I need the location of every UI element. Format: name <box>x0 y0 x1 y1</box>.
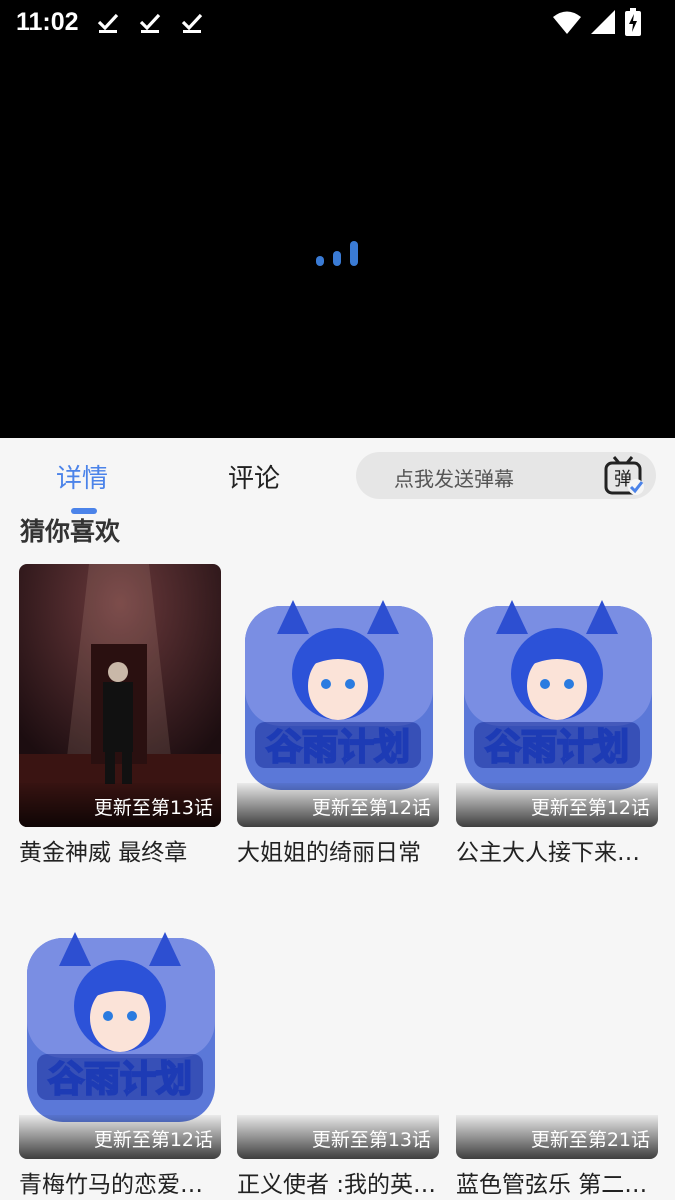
tab-comments[interactable]: 评论 <box>228 458 280 495</box>
card-title: 蓝色管弦乐 第二… <box>456 1172 648 1198</box>
card-title: 大姐姐的绮丽日常 <box>237 840 421 866</box>
recommend-card[interactable]: 谷雨计划更新至第12话公主大人接下来… <box>456 564 658 867</box>
battery-charging-icon <box>625 8 641 36</box>
recommend-card[interactable]: 更新至第13话正义使者 :我的英… <box>237 896 439 1199</box>
card-title: 正义使者 :我的英… <box>237 1172 437 1198</box>
episode-badge: 更新至第12话 <box>237 783 439 827</box>
svg-text:谷雨计划: 谷雨计划 <box>266 727 410 768</box>
cover-image: 更新至第13话 <box>237 896 439 1159</box>
episode-badge: 更新至第21话 <box>456 1115 658 1159</box>
download-complete-icon <box>97 13 119 33</box>
cover-image: 更新至第13话 <box>19 564 221 827</box>
episode-badge: 更新至第13话 <box>19 783 221 827</box>
cover-image: 谷雨计划更新至第12话 <box>456 564 658 827</box>
status-time: 11:02 <box>16 8 79 36</box>
recommend-card[interactable]: 更新至第13话黄金神威 最终章 <box>19 564 221 867</box>
danmaku-placeholder: 点我发送弹幕 <box>394 467 514 491</box>
svg-text:谷雨计划: 谷雨计划 <box>485 727 629 768</box>
episode-badge: 更新至第12话 <box>456 783 658 827</box>
svg-text:谷雨计划: 谷雨计划 <box>48 1059 192 1100</box>
recommend-card[interactable]: 谷雨计划更新至第12话大姐姐的绮丽日常 <box>237 564 439 867</box>
card-title: 黄金神威 最终章 <box>19 840 188 866</box>
recommend-card[interactable]: 更新至第21话蓝色管弦乐 第二… <box>456 896 658 1199</box>
danmaku-input[interactable]: 点我发送弹幕 弹 <box>356 452 656 499</box>
cover-image: 谷雨计划更新至第12话 <box>19 896 221 1159</box>
recommend-card[interactable]: 谷雨计划更新至第12话青梅竹马的恋爱… <box>19 896 221 1199</box>
detail-tab-bar: 详情 评论 点我发送弹幕 弹 <box>0 438 675 514</box>
video-player[interactable]: 11:02 <box>0 0 675 438</box>
danmaku-toggle-icon[interactable]: 弹 <box>602 455 646 497</box>
episode-badge: 更新至第13话 <box>237 1115 439 1159</box>
download-complete-icon <box>181 13 203 33</box>
episode-badge: 更新至第12话 <box>19 1115 221 1159</box>
cover-image: 更新至第21话 <box>456 896 658 1159</box>
cell-signal-icon <box>591 10 615 34</box>
recommend-section-title: 猜你喜欢 <box>20 517 121 546</box>
wifi-icon <box>553 11 581 34</box>
card-title: 公主大人接下来… <box>456 840 640 866</box>
tab-details[interactable]: 详情 <box>56 458 108 495</box>
download-complete-icon <box>139 13 161 33</box>
card-title: 青梅竹马的恋爱… <box>19 1172 203 1198</box>
status-bar: 11:02 <box>0 0 675 46</box>
cover-image: 谷雨计划更新至第12话 <box>237 564 439 827</box>
loading-indicator <box>316 241 358 266</box>
